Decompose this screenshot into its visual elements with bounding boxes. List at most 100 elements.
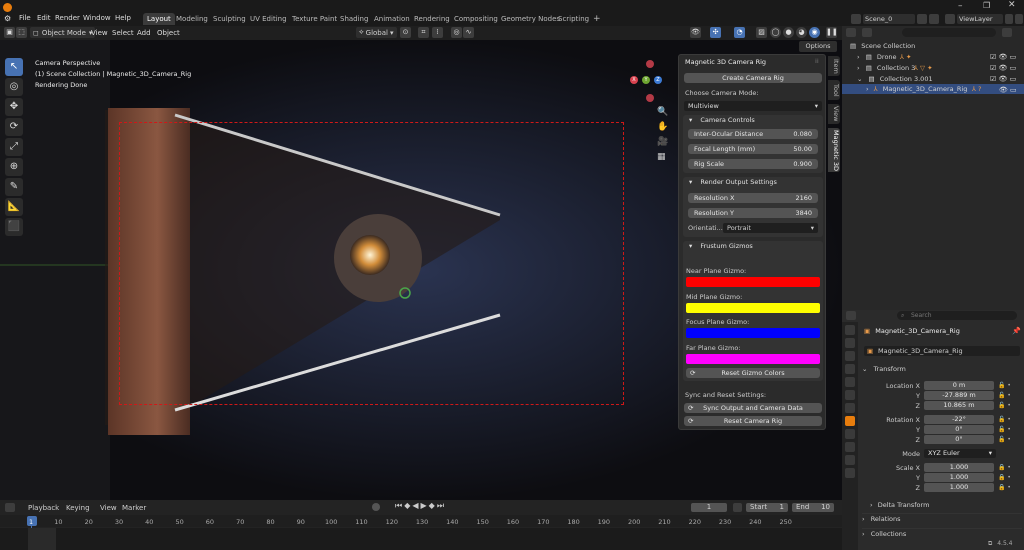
menu-view[interactable]: View (91, 28, 108, 38)
play-icon[interactable]: ▶ (421, 501, 429, 510)
tab-scripting[interactable]: Scripting (554, 13, 593, 25)
iod-field[interactable]: Inter-Ocular Distance 0.080 (688, 129, 818, 139)
editor-type-icon[interactable]: ▣ (4, 27, 15, 38)
tab-uv-editing[interactable]: UV Editing (246, 13, 291, 25)
measure-tool-icon[interactable]: 📐 (5, 198, 23, 216)
tab-item[interactable]: Item (828, 56, 840, 76)
pan-hand-icon[interactable]: ✋ (657, 120, 668, 135)
sync-output-button[interactable]: ⟳ Sync Output and Camera Data (684, 403, 822, 413)
lock-icon[interactable]: 🔓 • (998, 401, 1011, 411)
tab-magnetic-3d[interactable]: Magnetic 3D (828, 128, 840, 172)
gizmo-neg-z-icon[interactable] (646, 94, 654, 102)
timeline-editor-icon[interactable] (5, 503, 15, 512)
tab-modeling[interactable]: Modeling (172, 13, 212, 25)
clock-icon[interactable] (733, 503, 742, 512)
visibility-icon[interactable]: 👁 (690, 27, 701, 38)
render-output-header[interactable]: ▾ Render Output Settings (683, 177, 823, 188)
viewlayer-field[interactable]: ViewLayer (957, 14, 1003, 24)
tab-animation[interactable]: Animation (370, 13, 414, 25)
view-layer-props-icon[interactable] (845, 364, 855, 374)
rig-scale-field[interactable]: Rig Scale 0.900 (688, 159, 818, 169)
scale-z-field[interactable]: 1.000 (924, 483, 994, 492)
visibility-icon[interactable]: 👁 ▭ (990, 85, 1017, 96)
play-reverse-icon[interactable]: ◀ (412, 501, 420, 510)
view-menu[interactable]: View (100, 504, 117, 512)
gizmo-z2-icon[interactable]: Z (654, 76, 662, 84)
tab-view[interactable]: View (828, 104, 840, 124)
viewlayer-copy-icon[interactable] (1005, 14, 1013, 24)
viewlayer-icon[interactable] (945, 14, 955, 24)
playback-menu[interactable]: Playback (28, 504, 59, 512)
menu-select[interactable]: Select (112, 28, 134, 38)
camera-view-icon[interactable]: 🎥 (657, 135, 668, 150)
lock-icon[interactable]: 🔓 • (998, 425, 1011, 435)
menu-file[interactable]: File (19, 14, 31, 22)
lock-icon[interactable]: 🔒 • (998, 463, 1011, 473)
lock-icon[interactable]: 🔓 • (998, 391, 1011, 401)
keyframe-area[interactable] (0, 528, 842, 550)
shading-solid-icon[interactable]: ● (783, 27, 794, 38)
scene-copy-icon[interactable] (917, 14, 927, 24)
focal-length-field[interactable]: Focal Length (mm) 50.00 (688, 144, 818, 154)
cursor-tool-icon[interactable]: ◎ (5, 78, 23, 96)
orientation-dropdown[interactable]: Portrait ▾ (723, 223, 818, 233)
gizmo-toggle-icon[interactable]: ✣ (710, 27, 721, 38)
object-props-icon[interactable] (845, 416, 855, 426)
marker-menu[interactable]: Marker (122, 504, 146, 512)
snap-icon[interactable]: ⌗ (418, 27, 429, 38)
start-frame-field[interactable]: Start 1 (746, 503, 788, 512)
shading-wireframe-icon[interactable]: ◯ (770, 27, 781, 38)
close-icon[interactable]: ✕ (1008, 0, 1016, 10)
orientation-dropdown[interactable]: ⟡ Global ▾ (356, 27, 397, 38)
location-x-field[interactable]: 0 m (924, 381, 994, 390)
overlay-toggle-icon[interactable]: ◔ (734, 27, 745, 38)
menu-edit[interactable]: Edit (37, 14, 51, 22)
checkbox-icon[interactable]: ☑ 👁 ▭ (990, 63, 1017, 74)
pause-render-icon[interactable]: ❚❚ (826, 27, 838, 38)
panel-drag-icon[interactable]: ⁞⁞ (815, 58, 819, 65)
end-frame-field[interactable]: End 10 (792, 503, 834, 512)
next-key-icon[interactable]: ◆ (429, 501, 437, 510)
select-box-icon[interactable]: ⬚ (16, 27, 27, 38)
mid-plane-color-swatch[interactable] (686, 303, 820, 313)
menu-add[interactable]: Add (137, 28, 151, 38)
tab-texture-paint[interactable]: Texture Paint (288, 13, 341, 25)
scene-props-icon[interactable] (845, 377, 855, 387)
menu-render[interactable]: Render (55, 14, 80, 22)
world-props-icon[interactable] (845, 390, 855, 400)
current-frame-field[interactable]: 1 (691, 503, 727, 512)
properties-search-input[interactable]: ⌕ Search (897, 311, 1017, 320)
move-tool-icon[interactable]: ✥ (5, 98, 23, 116)
proportional-edit-icon[interactable]: ◎ (451, 27, 462, 38)
camera-controls-header[interactable]: ▾ Camera Controls (683, 115, 823, 126)
create-camera-rig-button[interactable]: Create Camera Rig (684, 73, 822, 83)
snap-target-icon[interactable]: ⁞ (432, 27, 443, 38)
gizmo-y-icon[interactable]: Y (642, 76, 650, 84)
frustum-header[interactable]: ▾ Frustum Gizmos (683, 241, 823, 252)
rotation-y-field[interactable]: 0° (924, 425, 994, 434)
properties-editor-icon[interactable] (846, 311, 856, 320)
shading-material-icon[interactable]: ◕ (796, 27, 807, 38)
object-name-field[interactable]: ▣ Magnetic_3D_Camera_Rig (864, 346, 1020, 356)
zoom-icon[interactable]: 🔍 (657, 105, 668, 120)
lock-icon[interactable]: 🔓 • (998, 415, 1011, 425)
outliner-root-row[interactable]: ▤ Scene Collection (842, 41, 1024, 51)
constraint-props-icon[interactable] (845, 455, 855, 465)
gizmo-x-icon[interactable]: X (630, 76, 638, 84)
options-dropdown[interactable]: Options (799, 41, 837, 52)
scale-tool-icon[interactable]: ⤢ (5, 138, 23, 156)
tab-sculpting[interactable]: Sculpting (209, 13, 250, 25)
mode-dropdown[interactable]: ◻ Object Mode ▾ (30, 27, 96, 38)
reset-gizmo-colors-button[interactable]: ⟳ Reset Gizmo Colors (686, 368, 820, 378)
location-z-field[interactable]: 10.865 m (924, 401, 994, 410)
scene-delete-icon[interactable] (929, 14, 939, 24)
jump-end-icon[interactable]: ⏭ (437, 501, 446, 510)
output-props-icon[interactable] (845, 351, 855, 361)
jump-start-icon[interactable]: ⏮ (395, 501, 404, 510)
scale-y-field[interactable]: 1.000 (924, 473, 994, 482)
scene-icon[interactable] (851, 14, 861, 24)
tab-rendering[interactable]: Rendering (410, 13, 454, 25)
rotation-mode-dropdown[interactable]: XYZ Euler ▾ (924, 449, 996, 458)
scene-name-field[interactable]: Scene_0 (863, 14, 915, 24)
physics-props-icon[interactable] (845, 442, 855, 452)
